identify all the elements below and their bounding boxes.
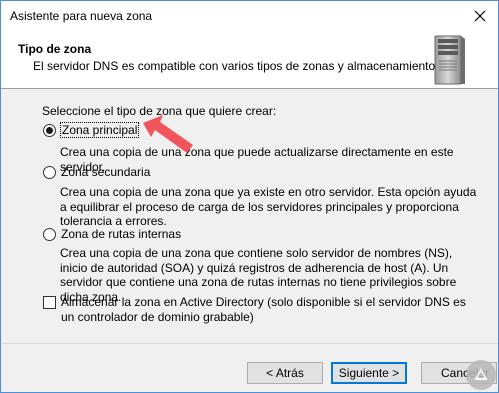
window-title: Asistente para nueva zona <box>10 9 153 23</box>
radio-button-checked[interactable] <box>43 123 56 137</box>
wizard-header: Tipo de zona El servidor DNS es compatib… <box>1 31 498 89</box>
radio-label-rutas-internas[interactable]: Zona de rutas internas <box>61 227 181 241</box>
desc-zona-secundaria: Crea una copia de una zona que ya existe… <box>60 185 477 228</box>
radio-button[interactable] <box>43 227 56 241</box>
radio-button[interactable] <box>43 165 56 179</box>
radio-zona-secundaria[interactable]: Zona secundaria <box>43 165 150 179</box>
ad-checkbox-row[interactable]: Almacenar la zona en Active Directory (s… <box>43 295 471 324</box>
red-arrow-annotation <box>143 115 193 153</box>
ad-checkbox[interactable] <box>43 296 56 309</box>
ad-checkbox-label[interactable]: Almacenar la zona en Active Directory (s… <box>61 295 471 324</box>
radio-zona-principal[interactable]: Zona principal <box>43 122 140 138</box>
radio-zona-rutas-internas[interactable]: Zona de rutas internas <box>43 227 181 241</box>
next-button[interactable]: Siguiente > <box>331 362 407 384</box>
server-icon <box>434 35 465 85</box>
page-title: Tipo de zona <box>18 42 92 56</box>
wizard-body: Seleccione el tipo de zona que quiere cr… <box>1 90 498 343</box>
radio-label-principal[interactable]: Zona principal <box>59 122 140 138</box>
radio-label-secundaria[interactable]: Zona secundaria <box>61 165 150 179</box>
wizard-window: Asistente para nueva zona Tipo de zona E… <box>0 0 499 393</box>
watermark-glyph-icon <box>474 367 488 380</box>
wizard-footer: < Atrás Siguiente > Cancelar <box>1 343 498 392</box>
watermark-logo <box>466 360 496 390</box>
title-bar: Asistente para nueva zona <box>1 1 498 31</box>
page-subtitle: El servidor DNS es compatible con varios… <box>33 59 445 73</box>
back-button[interactable]: < Atrás <box>247 362 323 384</box>
close-icon[interactable] <box>468 4 492 28</box>
